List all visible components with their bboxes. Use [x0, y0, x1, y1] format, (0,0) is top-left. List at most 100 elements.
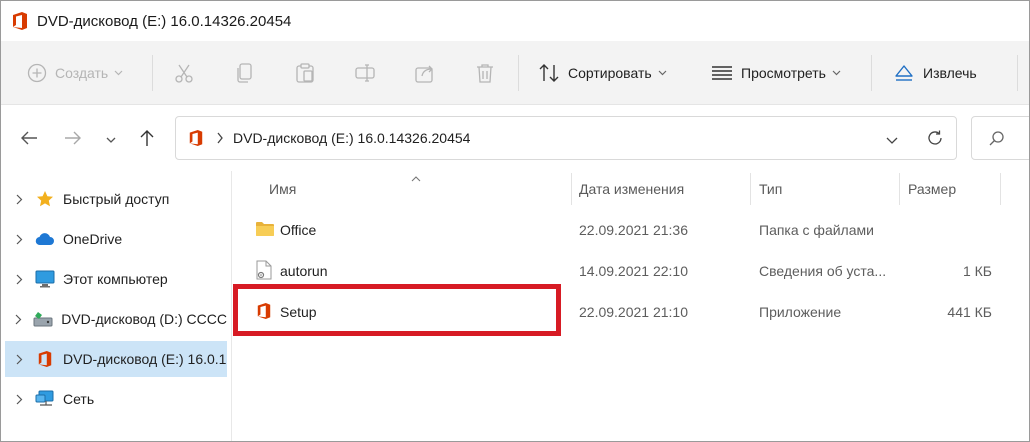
chevron-down-icon: [106, 131, 116, 147]
title-bar: DVD-дисковод (E:) 16.0.14326.20454: [1, 1, 1029, 41]
column-separator[interactable]: [899, 173, 900, 205]
cloud-icon: [35, 229, 55, 249]
arrow-left-icon: [20, 130, 38, 149]
chevron-right-icon[interactable]: [9, 354, 29, 365]
view-button[interactable]: Просмотреть: [711, 41, 841, 105]
rename-button[interactable]: [354, 41, 376, 105]
column-separator[interactable]: [571, 173, 572, 205]
office-icon: [35, 349, 55, 369]
file-type: Сведения об уста...: [759, 263, 887, 279]
toolbar-separator: [518, 55, 519, 91]
sidebar-item-label: OneDrive: [63, 231, 123, 247]
share-button[interactable]: [414, 41, 436, 105]
arrow-right-icon: [64, 130, 82, 149]
trash-icon: [474, 62, 496, 84]
chevron-right-icon[interactable]: [216, 131, 224, 147]
column-header-date[interactable]: Дата изменения: [579, 171, 749, 207]
office-icon: [256, 302, 272, 323]
new-button-label: Создать: [55, 65, 109, 81]
network-icon: [35, 389, 55, 409]
toolbar-separator: [1017, 55, 1018, 91]
column-header-label: Дата изменения: [579, 181, 685, 197]
column-separator[interactable]: [1000, 173, 1001, 205]
sidebar-item-quick-access[interactable]: Быстрый доступ: [5, 181, 227, 217]
sidebar-item-label: DVD-дисковод (D:) CCCC: [61, 311, 227, 327]
chevron-right-icon[interactable]: [9, 274, 29, 285]
copy-icon: [234, 62, 256, 84]
back-button[interactable]: [17, 127, 41, 151]
chevron-right-icon[interactable]: [9, 234, 29, 245]
file-type: Приложение: [759, 304, 842, 320]
recent-locations-button[interactable]: [99, 127, 123, 151]
eject-button-label: Извлечь: [923, 65, 977, 81]
file-name: Office: [280, 222, 317, 238]
refresh-icon[interactable]: [926, 129, 944, 150]
file-row[interactable]: Office 22.09.2021 21:36 Папка с файлами: [241, 210, 1011, 250]
sidebar-item-this-pc[interactable]: Этот компьютер: [5, 261, 227, 297]
scissors-icon: [173, 62, 195, 84]
column-header-label: Тип: [759, 181, 783, 197]
dvd-drive-icon: [33, 309, 53, 329]
file-row[interactable]: autorun 14.09.2021 22:10 Сведения об уст…: [241, 251, 1011, 291]
window-title: DVD-дисковод (E:) 16.0.14326.20454: [37, 12, 292, 30]
file-size: [901, 210, 992, 250]
pane-divider[interactable]: [231, 171, 232, 441]
view-button-label: Просмотреть: [741, 65, 826, 81]
view-list-icon: [711, 65, 733, 81]
up-button[interactable]: [135, 127, 159, 151]
chevron-right-icon[interactable]: [9, 194, 29, 205]
new-button[interactable]: Создать: [27, 41, 123, 105]
settings-file-icon: [256, 260, 272, 283]
chevron-down-icon[interactable]: [886, 132, 898, 148]
file-name: Setup: [280, 304, 317, 320]
cut-button[interactable]: [173, 41, 195, 105]
column-header-label: Имя: [269, 181, 297, 197]
file-icon: [256, 292, 272, 332]
paste-button[interactable]: [294, 41, 316, 105]
sidebar-item-label: Этот компьютер: [63, 271, 168, 287]
toolbar-separator: [152, 55, 153, 91]
star-icon: [35, 189, 55, 209]
address-bar[interactable]: DVD-дисковод (E:) 16.0.14326.20454: [175, 116, 957, 160]
file-icon: [255, 210, 275, 250]
chevron-right-icon[interactable]: [9, 394, 29, 405]
eject-icon: [893, 63, 915, 83]
search-icon: [988, 130, 1006, 151]
folder-icon: [255, 221, 275, 240]
column-header-label: Размер: [908, 181, 957, 197]
copy-button[interactable]: [234, 41, 256, 105]
chevron-down-icon: [658, 70, 667, 76]
sidebar-item-dvd-d[interactable]: DVD-дисковод (D:) CCCC: [5, 301, 227, 337]
command-bar: Создать Сортировать Просмотреть Извлечь: [1, 41, 1029, 105]
sort-arrows-icon: [538, 63, 560, 83]
office-icon: [188, 129, 204, 150]
column-header-size[interactable]: Размер: [908, 171, 998, 207]
file-date: 22.09.2021 21:10: [579, 304, 688, 320]
sort-button[interactable]: Сортировать: [538, 41, 667, 105]
column-separator[interactable]: [750, 173, 751, 205]
file-name: autorun: [280, 263, 328, 279]
file-size: 1 КБ: [962, 263, 992, 279]
file-type: Папка с файлами: [759, 222, 874, 238]
file-size: 441 КБ: [947, 304, 992, 320]
chevron-down-icon: [832, 70, 841, 76]
chevron-down-icon: [114, 70, 123, 76]
rename-icon: [354, 62, 376, 84]
file-row[interactable]: Setup 22.09.2021 21:10 Приложение 441 КБ: [241, 292, 1011, 332]
column-header-name[interactable]: Имя: [269, 171, 569, 207]
sidebar-item-label: Сеть: [63, 391, 95, 407]
forward-button[interactable]: [61, 127, 85, 151]
explorer-window: DVD-дисковод (E:) 16.0.14326.20454 Созда…: [0, 0, 1030, 442]
sidebar-item-dvd-e[interactable]: DVD-дисковод (E:) 16.0.1: [5, 341, 227, 377]
sidebar-item-onedrive[interactable]: OneDrive: [5, 221, 227, 257]
clipboard-icon: [294, 62, 316, 84]
chevron-right-icon[interactable]: [9, 314, 27, 325]
share-icon: [414, 62, 436, 84]
search-input[interactable]: [971, 116, 1029, 160]
sidebar-item-network[interactable]: Сеть: [5, 381, 227, 417]
column-header-type[interactable]: Тип: [759, 171, 899, 207]
office-icon: [11, 11, 29, 31]
eject-button[interactable]: Извлечь: [893, 41, 977, 105]
delete-button[interactable]: [474, 41, 496, 105]
address-path[interactable]: DVD-дисковод (E:) 16.0.14326.20454: [233, 130, 470, 146]
